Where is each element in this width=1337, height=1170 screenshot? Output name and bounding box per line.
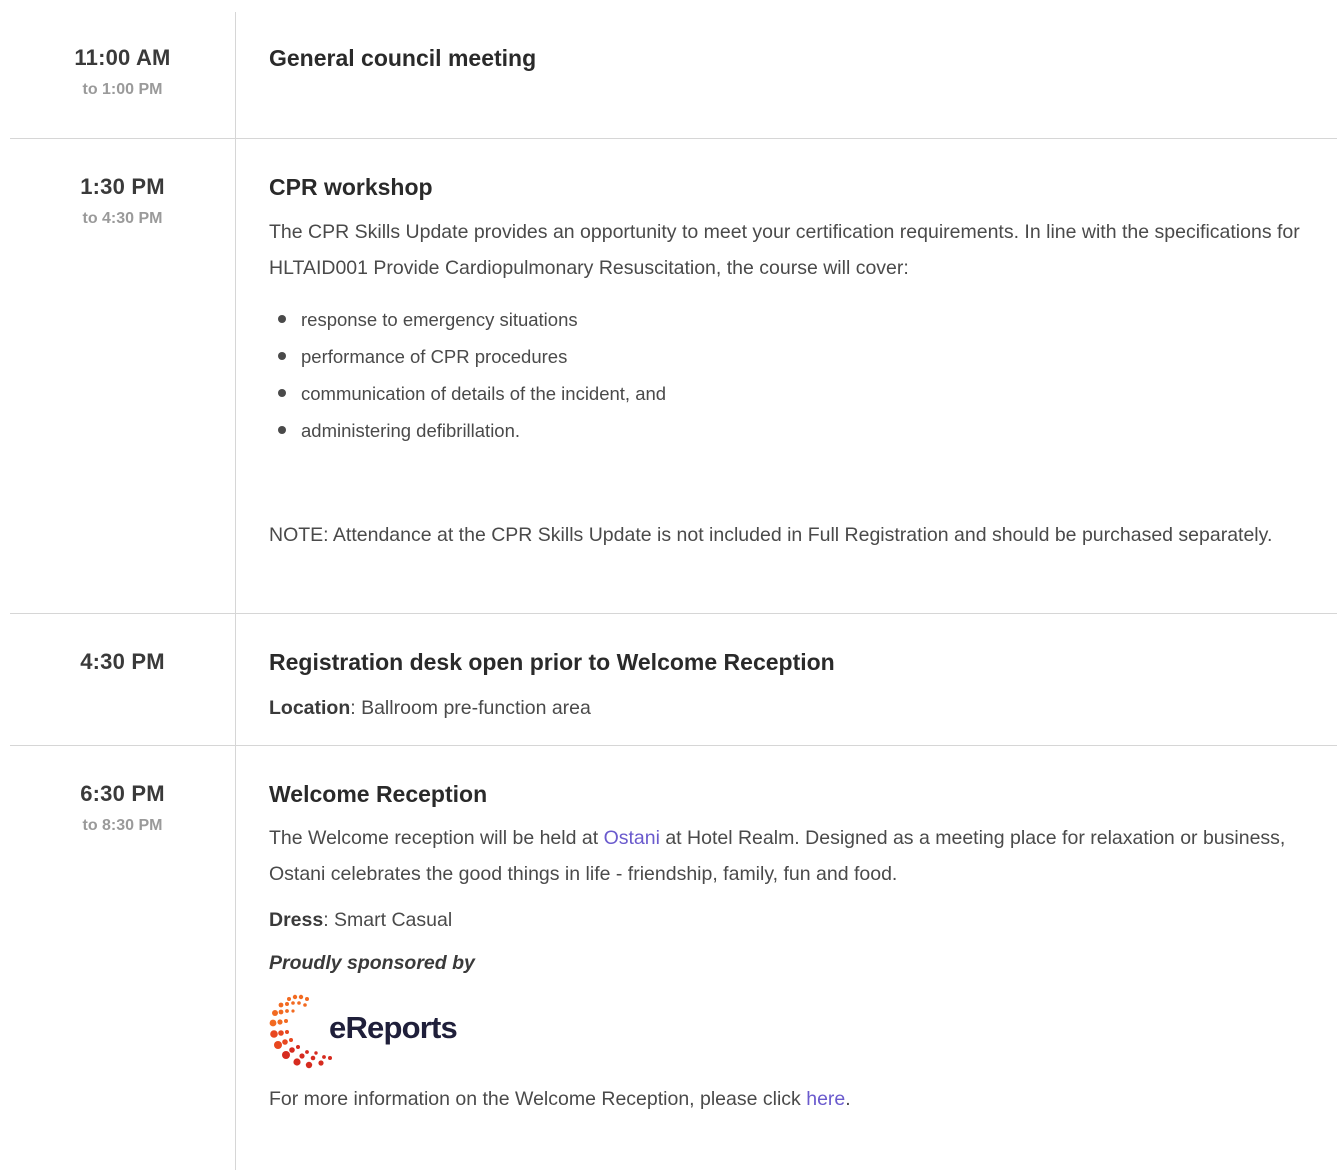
start-time: 1:30 PM xyxy=(80,174,165,199)
schedule-row: 1:30 PM to 4:30 PM CPR workshop The CPR … xyxy=(10,139,1337,614)
list-item: performance of CPR procedures xyxy=(269,338,1307,375)
time-cell: 6:30 PM to 8:30 PM xyxy=(10,781,235,835)
bullet-icon xyxy=(278,315,286,323)
schedule-row: 4:30 PM Registration desk open prior to … xyxy=(10,614,1337,746)
start-time: 6:30 PM xyxy=(80,781,165,806)
end-time: to 8:30 PM xyxy=(82,817,163,834)
bullet-icon xyxy=(278,352,286,360)
event-note: NOTE: Attendance at the CPR Skills Updat… xyxy=(269,524,1273,546)
list-item: response to emergency situations xyxy=(269,301,1307,338)
dress-label: Dress xyxy=(269,909,324,931)
list-item: communication of details of the incident… xyxy=(269,375,1307,412)
ostani-link[interactable]: Ostani xyxy=(604,827,660,849)
more-info: For more information on the Welcome Rece… xyxy=(269,1081,1307,1117)
event-content: Welcome Reception The Welcome reception … xyxy=(269,746,1307,1117)
list-item-text: response to emergency situations xyxy=(301,309,578,330)
time-cell: 1:30 PM to 4:30 PM xyxy=(10,174,235,228)
dress-code: Dress: Smart Casual xyxy=(269,902,1307,938)
description-text: The Welcome reception will be held at xyxy=(269,827,604,849)
sponsor-wordmark: eReports xyxy=(329,1010,458,1045)
schedule-row: 11:00 AM to 1:00 PM General council meet… xyxy=(10,0,1337,139)
list-item-text: communication of details of the incident… xyxy=(301,383,667,404)
event-content: Registration desk open prior to Welcome … xyxy=(269,614,1307,726)
location-value: : Ballroom pre-function area xyxy=(350,697,591,719)
list-item: administering defibrillation. xyxy=(269,412,1307,449)
start-time: 4:30 PM xyxy=(80,649,165,674)
event-title: General council meeting xyxy=(269,45,537,71)
more-info-text: For more information on the Welcome Rece… xyxy=(269,1088,807,1110)
bullet-icon xyxy=(278,426,286,434)
event-title: CPR workshop xyxy=(269,174,433,200)
location-label: Location xyxy=(269,697,351,719)
ereports-swirl-icon xyxy=(269,994,332,1069)
event-content: General council meeting xyxy=(269,0,1307,72)
list-item-text: administering defibrillation. xyxy=(301,420,521,441)
bullet-icon xyxy=(278,389,286,397)
time-cell: 11:00 AM to 1:00 PM xyxy=(10,45,235,99)
topic-list: response to emergency situations perform… xyxy=(269,301,1307,449)
event-description: The CPR Skills Update provides an opport… xyxy=(269,221,1300,279)
start-time: 11:00 AM xyxy=(74,45,171,70)
event-location: Location: Ballroom pre-function area xyxy=(269,690,1307,726)
time-cell: 4:30 PM xyxy=(10,649,235,675)
schedule-row: 6:30 PM to 8:30 PM Welcome Reception The… xyxy=(10,746,1337,1170)
more-info-link[interactable]: here xyxy=(806,1088,845,1110)
dress-value: : Smart Casual xyxy=(323,909,453,931)
more-info-text: . xyxy=(845,1088,851,1110)
end-time: to 1:00 PM xyxy=(82,81,163,98)
event-title: Welcome Reception xyxy=(269,781,488,807)
event-title: Registration desk open prior to Welcome … xyxy=(269,649,835,675)
sponsor-heading: Proudly sponsored by xyxy=(269,952,475,974)
schedule-table: 11:00 AM to 1:00 PM General council meet… xyxy=(10,0,1337,1170)
end-time: to 4:30 PM xyxy=(82,210,163,227)
event-description: The Welcome reception will be held at Os… xyxy=(269,820,1307,892)
event-content: CPR workshop The CPR Skills Update provi… xyxy=(269,139,1307,553)
list-item-text: performance of CPR procedures xyxy=(301,346,568,367)
sponsor-logo: eReports xyxy=(269,991,1307,1071)
